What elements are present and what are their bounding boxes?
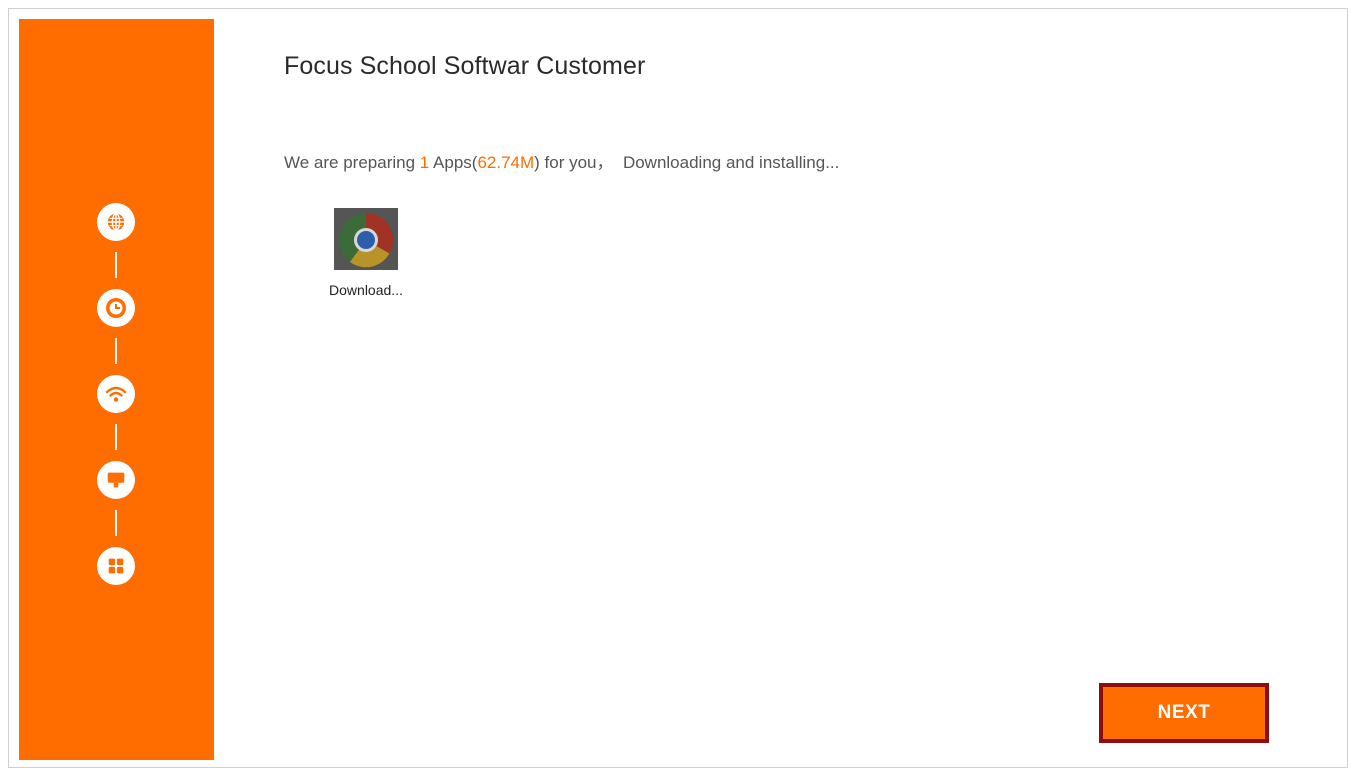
wifi-icon [105, 386, 127, 402]
app-tile: Download... [324, 208, 408, 298]
step-globe [97, 203, 135, 241]
setup-steps [96, 203, 136, 585]
page-title: Focus School Softwar Customer [284, 52, 646, 80]
status-suffix: ) for you， Downloading and installing... [534, 153, 840, 172]
app-icon-box [334, 208, 398, 270]
globe-icon [107, 213, 125, 231]
step-connector [115, 338, 117, 364]
step-clock [97, 289, 135, 327]
status-prefix: We are preparing [284, 153, 420, 172]
app-count: 1 [419, 153, 430, 172]
status-apps-word: Apps( [429, 153, 478, 172]
apps-grid-icon [108, 558, 124, 574]
clock-icon [106, 298, 126, 318]
monitor-icon [107, 472, 125, 488]
chrome-icon [339, 213, 394, 268]
install-status-text: We are preparing 1 Apps(62.74M) for you，… [284, 148, 839, 173]
step-apps [97, 547, 135, 585]
step-wifi [97, 375, 135, 413]
step-connector [115, 252, 117, 278]
step-connector [115, 424, 117, 450]
next-button[interactable]: NEXT [1099, 683, 1269, 743]
step-monitor [97, 461, 135, 499]
app-name-label: Download... [329, 282, 403, 298]
step-connector [115, 510, 117, 536]
download-size: 62.74M [477, 153, 535, 172]
